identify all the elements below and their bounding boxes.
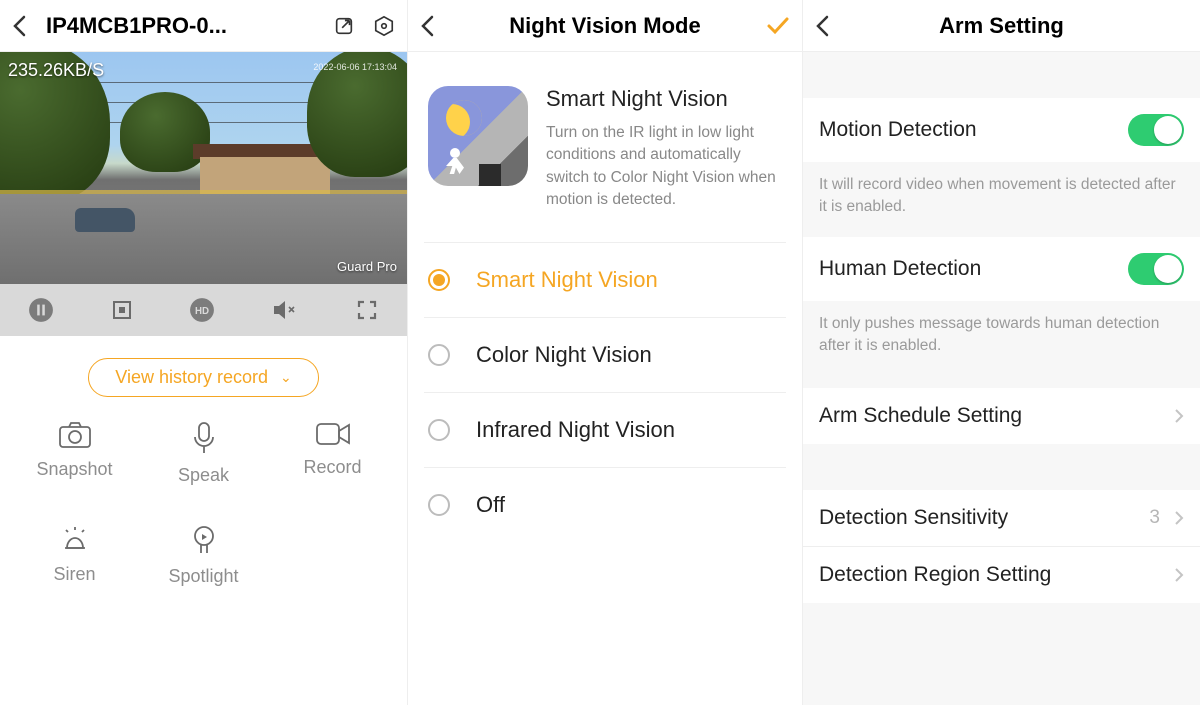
snapshot-label: Snapshot (36, 459, 112, 480)
view-history-label: View history record (115, 367, 268, 388)
settings-icon[interactable] (373, 15, 395, 37)
motion-detection-row: Motion Detection (803, 98, 1200, 162)
option-label: Off (476, 492, 505, 518)
device-title: IP4MCB1PRO-0... (46, 13, 333, 39)
back-icon[interactable] (815, 15, 845, 37)
option-infrared-night-vision[interactable]: Infrared Night Vision (424, 393, 786, 468)
motion-detection-description: It will record video when movement is de… (803, 162, 1200, 237)
record-label: Record (303, 457, 361, 478)
snapshot-button[interactable]: Snapshot (10, 421, 139, 486)
smart-night-vision-icon (428, 86, 528, 186)
chevron-right-icon (1174, 510, 1184, 526)
timestamp-label: 2022-06-06 17:13:04 (313, 62, 397, 72)
fullscreen-icon[interactable] (355, 298, 379, 322)
siren-button[interactable]: Siren (10, 524, 139, 587)
share-icon[interactable] (333, 15, 355, 37)
option-color-night-vision[interactable]: Color Night Vision (424, 318, 786, 393)
detection-region-row[interactable]: Detection Region Setting (803, 547, 1200, 603)
back-icon[interactable] (12, 15, 42, 37)
option-label: Infrared Night Vision (476, 417, 675, 443)
detection-sensitivity-row[interactable]: Detection Sensitivity 3 (803, 490, 1200, 546)
option-label: Color Night Vision (476, 342, 652, 368)
hd-icon[interactable]: HD (189, 297, 215, 323)
radio-icon (428, 269, 450, 291)
mute-icon[interactable] (271, 298, 299, 322)
record-button[interactable]: Record (268, 421, 397, 486)
spotlight-button[interactable]: Spotlight (139, 524, 268, 587)
arm-schedule-label: Arm Schedule Setting (819, 404, 1022, 428)
view-history-button[interactable]: View history record ⌄ (88, 358, 318, 397)
bitrate-label: 235.26KB/S (8, 60, 104, 81)
hero-title: Smart Night Vision (546, 86, 782, 112)
live-video[interactable]: 235.26KB/S 2022-06-06 17:13:04 Guard Pro (0, 52, 407, 284)
spotlight-label: Spotlight (168, 566, 238, 587)
option-smart-night-vision[interactable]: Smart Night Vision (424, 243, 786, 318)
motion-detection-label: Motion Detection (819, 118, 977, 142)
page-title: Arm Setting (845, 13, 1158, 39)
chevron-down-icon: ⌄ (280, 369, 292, 386)
pause-icon[interactable] (28, 297, 54, 323)
siren-label: Siren (53, 564, 95, 585)
human-detection-label: Human Detection (819, 257, 981, 281)
page-title: Night Vision Mode (450, 13, 760, 39)
option-off[interactable]: Off (424, 468, 786, 542)
option-label: Smart Night Vision (476, 267, 658, 293)
detection-region-label: Detection Region Setting (819, 563, 1051, 587)
chevron-right-icon (1174, 408, 1184, 424)
speak-label: Speak (178, 465, 229, 486)
stop-icon[interactable] (110, 298, 134, 322)
chevron-right-icon (1174, 567, 1184, 583)
watermark-label: Guard Pro (337, 259, 397, 274)
radio-icon (428, 419, 450, 441)
hero-description: Turn on the IR light in low light condit… (546, 122, 782, 212)
radio-icon (428, 344, 450, 366)
confirm-icon[interactable] (760, 16, 790, 36)
detection-sensitivity-label: Detection Sensitivity (819, 506, 1008, 530)
human-detection-row: Human Detection (803, 237, 1200, 301)
svg-text:HD: HD (195, 306, 209, 317)
human-detection-toggle[interactable] (1128, 253, 1184, 285)
motion-detection-toggle[interactable] (1128, 114, 1184, 146)
human-detection-description: It only pushes message towards human det… (803, 301, 1200, 376)
radio-icon (428, 494, 450, 516)
arm-schedule-row[interactable]: Arm Schedule Setting (803, 388, 1200, 444)
detection-sensitivity-value: 3 (1149, 507, 1160, 529)
speak-button[interactable]: Speak (139, 421, 268, 486)
back-icon[interactable] (420, 15, 450, 37)
